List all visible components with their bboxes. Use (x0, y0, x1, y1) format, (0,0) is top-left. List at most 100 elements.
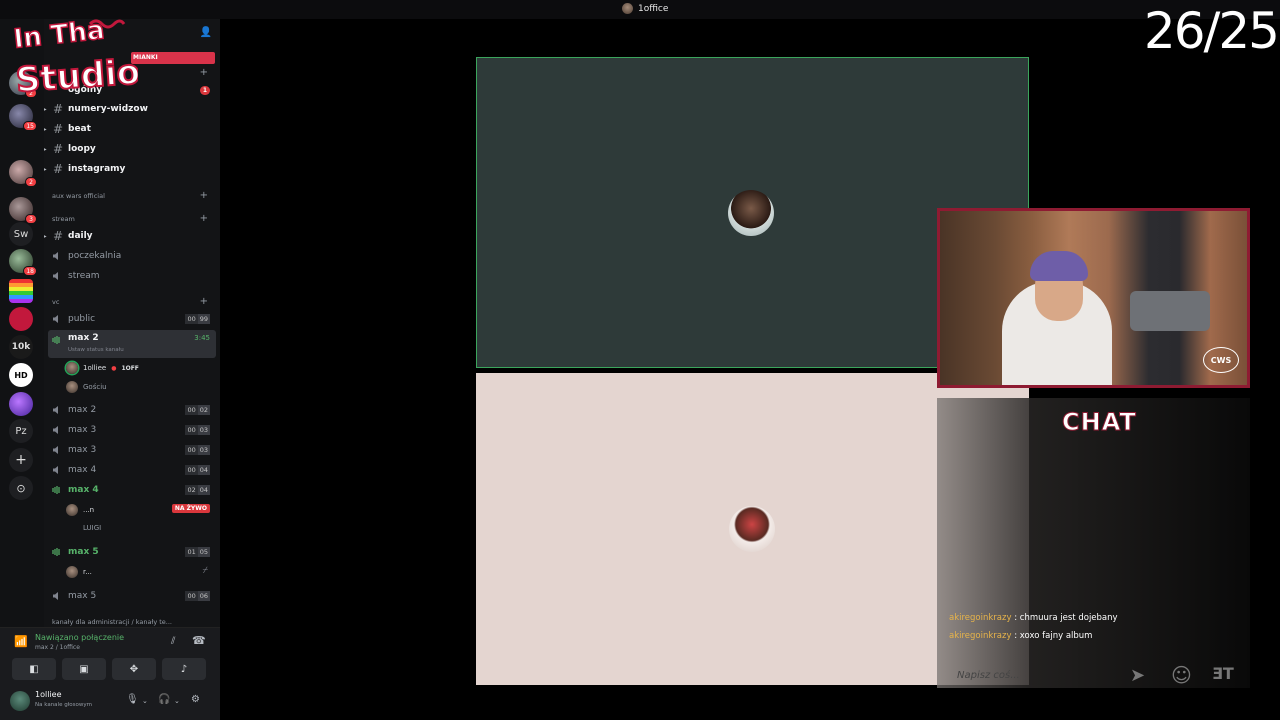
svg-text:Studio!: Studio! (15, 51, 138, 101)
channel-avatar-icon (622, 3, 633, 14)
user-limit: 00 04 (185, 465, 210, 475)
window-title: 1office (622, 3, 668, 14)
server-icon-7[interactable]: 18 (9, 249, 37, 276)
add-channel-icon[interactable]: + (200, 67, 208, 78)
category-vc[interactable]: vc (52, 298, 59, 306)
speaker-icon (53, 592, 58, 600)
avatar (66, 504, 78, 516)
collapse-arrow-icon: ▶ (44, 232, 47, 240)
server-icon-3[interactable]: 15 (9, 104, 37, 131)
hash-icon: # (53, 122, 64, 136)
server-icon-4[interactable]: 2 (9, 160, 37, 187)
server-icon-pz[interactable]: Pz (9, 419, 33, 443)
participant-avatar (729, 506, 775, 552)
screen-share-button[interactable]: ▣ (62, 658, 106, 680)
speaker-icon (53, 406, 58, 414)
speaker-icon (53, 252, 58, 260)
user-limit: 01 05 (185, 547, 210, 557)
speaker-icon (53, 272, 58, 280)
settings-gear-icon[interactable]: ⚙ (191, 694, 200, 705)
server-icon-12[interactable] (9, 392, 33, 416)
server-rail: 2 15 2 3 Sw 18 10k HD Pz + ⊙ (0, 19, 44, 627)
muted-icon: ⌿ (202, 566, 208, 576)
current-username: 1olliee (35, 690, 62, 699)
voice-wave-icon (52, 548, 60, 556)
headphones-icon[interactable]: 🎧 (158, 694, 170, 705)
voice-timer: 3:45 (194, 334, 210, 342)
speaker-icon (53, 446, 58, 454)
hash-icon: # (53, 162, 64, 176)
add-channel-icon[interactable]: + (200, 296, 208, 307)
speaker-icon (53, 315, 58, 323)
voice-user[interactable]: ...n (66, 502, 94, 518)
category-aux-wars[interactable]: aux wars official (52, 192, 105, 200)
avatar (66, 362, 78, 374)
voice-channel-max3b[interactable]: max 3 00 03 (44, 441, 220, 459)
chat-input[interactable]: Napisz coś... (957, 670, 1020, 681)
activities-button[interactable]: ✥ (112, 658, 156, 680)
server-icon-10k[interactable]: 10k (9, 335, 33, 359)
channel-loopy[interactable]: ▶ # loopy (44, 140, 220, 158)
noise-suppression-icon[interactable]: ⫽ (171, 636, 175, 647)
title-bar: 1office (0, 0, 1280, 19)
voice-user[interactable]: r... (66, 564, 92, 580)
user-avatar[interactable] (10, 691, 30, 711)
channel-daily[interactable]: ▶ # daily (44, 227, 220, 245)
add-channel-icon[interactable]: + (200, 213, 208, 224)
speaker-icon (53, 466, 58, 474)
add-channel-icon[interactable]: + (200, 190, 208, 201)
voice-user-1olliee[interactable]: 1olliee ● 1OFF (66, 360, 139, 376)
connection-channel[interactable]: max 2 / 1office (35, 644, 80, 651)
chevron-down-icon[interactable]: ⌄ (142, 697, 148, 705)
user-limit: 00 06 (185, 591, 210, 601)
add-server-icon[interactable]: + (9, 448, 33, 472)
collapse-arrow-icon: ▶ (44, 125, 47, 133)
channel-beat[interactable]: ▶ # beat (44, 120, 220, 138)
voice-channel-max4-active[interactable]: max 4 02 04 (44, 481, 220, 499)
category-admin[interactable]: kanały dla administracji / kanały te... (52, 618, 172, 626)
stream-chat-panel (937, 398, 1250, 688)
discover-icon[interactable]: ⊙ (9, 476, 33, 500)
server-icon-cws[interactable] (9, 307, 33, 331)
channel-stream[interactable]: stream (44, 267, 220, 285)
collapse-arrow-icon: ▶ (44, 165, 47, 173)
voice-wave-icon (52, 486, 60, 494)
category-stream[interactable]: stream (52, 215, 75, 223)
disconnect-icon[interactable]: ☎ (192, 634, 206, 647)
cws-logo: CWS (1203, 347, 1239, 373)
channel-poczekalnia[interactable]: poczekalnia (44, 247, 220, 265)
server-icon-5[interactable]: 3 (9, 197, 37, 224)
voice-user-gosciu[interactable]: Gościu (66, 379, 107, 395)
microphone-icon[interactable]: 🎙 (126, 694, 139, 705)
streamer-webcam: CWS (937, 208, 1250, 388)
add-friend-icon[interactable]: 👤 (200, 27, 212, 38)
channel-instagramy[interactable]: ▶ # instagramy (44, 160, 220, 178)
voice-channel-max2-active[interactable]: max 2 3:45 Ustaw status kanału (48, 330, 216, 358)
send-icon[interactable]: ➤ (1130, 665, 1145, 686)
voice-channel-max5[interactable]: max 5 00 06 (44, 587, 220, 605)
voice-channel-max3[interactable]: max 3 00 03 (44, 421, 220, 439)
signal-icon[interactable]: 📶 (14, 635, 28, 648)
voice-user-luigi[interactable]: LUIGI (66, 520, 101, 536)
channel-status-prompt[interactable]: Ustaw status kanału (68, 347, 124, 353)
emote-icon[interactable]: ƎT (1212, 664, 1234, 683)
voice-channel-max5-active[interactable]: max 5 01 05 (44, 543, 220, 561)
camera-toggle-button[interactable]: ◧ (12, 658, 56, 680)
participant-avatar (728, 190, 774, 236)
emoji-icon[interactable]: ☺ (1171, 663, 1192, 687)
in-tha-studio-logo: In Tha Studio! (11, 15, 138, 102)
speaker-icon (53, 426, 58, 434)
soundboard-button[interactable]: ♪ (162, 658, 206, 680)
voice-channel-max2[interactable]: max 2 00 02 (44, 401, 220, 419)
hash-icon: # (53, 142, 64, 156)
voice-channel-public[interactable]: public 00 99 (44, 310, 220, 328)
window-title-text: 1office (638, 3, 669, 14)
live-badge: NA ŻYWO (171, 504, 210, 513)
server-icon-hd[interactable]: HD (9, 363, 33, 387)
server-icon-rainbow[interactable] (9, 279, 33, 303)
voice-channel-max4[interactable]: max 4 00 04 (44, 461, 220, 479)
server-icon-sw[interactable]: Sw (9, 222, 33, 246)
avatar (66, 381, 78, 393)
connection-status: Nawiązano połączenie (35, 633, 125, 642)
chevron-down-icon[interactable]: ⌄ (174, 697, 180, 705)
